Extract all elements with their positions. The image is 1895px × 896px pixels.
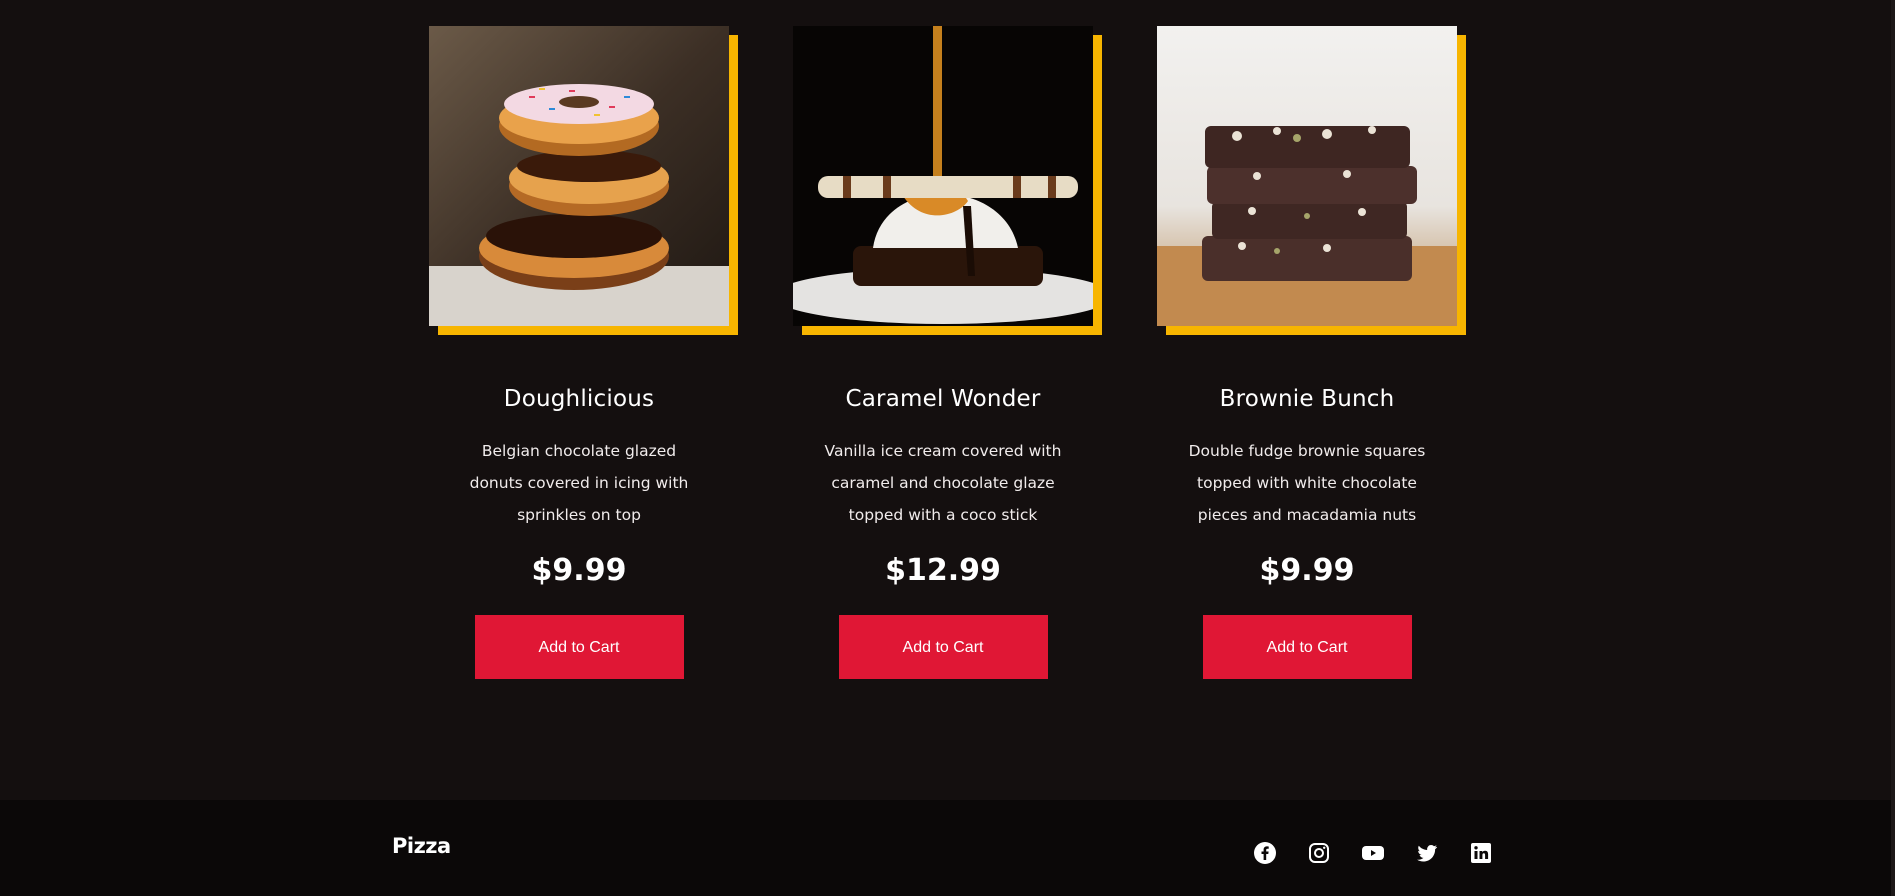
linkedin-icon[interactable] (1468, 840, 1494, 866)
image-frame (1157, 26, 1466, 335)
product-title: Doughlicious (503, 386, 655, 412)
product-title: Caramel Wonder (845, 386, 1041, 412)
product-description: Vanilla ice cream covered with caramel a… (824, 442, 1062, 524)
product-grid: Doughlicious Belgian chocolate glazed do… (0, 0, 1895, 800)
product-price: $12.99 (885, 553, 1001, 588)
youtube-icon[interactable] (1360, 840, 1386, 866)
add-to-cart-button[interactable]: Add to Cart (1202, 615, 1412, 679)
facebook-icon[interactable] (1252, 840, 1278, 866)
product-description: Belgian chocolate glazed donuts covered … (469, 442, 689, 524)
product-card: Doughlicious Belgian chocolate glazed do… (424, 26, 738, 679)
product-card: Caramel Wonder Vanilla ice cream covered… (788, 26, 1102, 679)
brownie-stack-image (1157, 26, 1457, 326)
donut-stack-image (429, 26, 729, 326)
product-price: $9.99 (1259, 553, 1355, 588)
product-description: Double fudge brownie squares topped with… (1188, 442, 1426, 524)
product-title: Brownie Bunch (1219, 386, 1395, 412)
page: Doughlicious Belgian chocolate glazed do… (0, 0, 1895, 896)
scrollbar[interactable] (1891, 0, 1895, 896)
add-to-cart-button[interactable]: Add to Cart (838, 615, 1048, 679)
caramel-icecream-image (793, 26, 1093, 326)
image-frame (429, 26, 738, 335)
add-to-cart-button[interactable]: Add to Cart (474, 615, 684, 679)
footer-logo[interactable]: Pizza (392, 834, 451, 858)
product-card: Brownie Bunch Double fudge brownie squar… (1152, 26, 1466, 679)
footer: Pizza (0, 800, 1895, 896)
instagram-icon[interactable] (1306, 840, 1332, 866)
product-price: $9.99 (531, 553, 627, 588)
image-frame (793, 26, 1102, 335)
twitter-icon[interactable] (1414, 840, 1440, 866)
